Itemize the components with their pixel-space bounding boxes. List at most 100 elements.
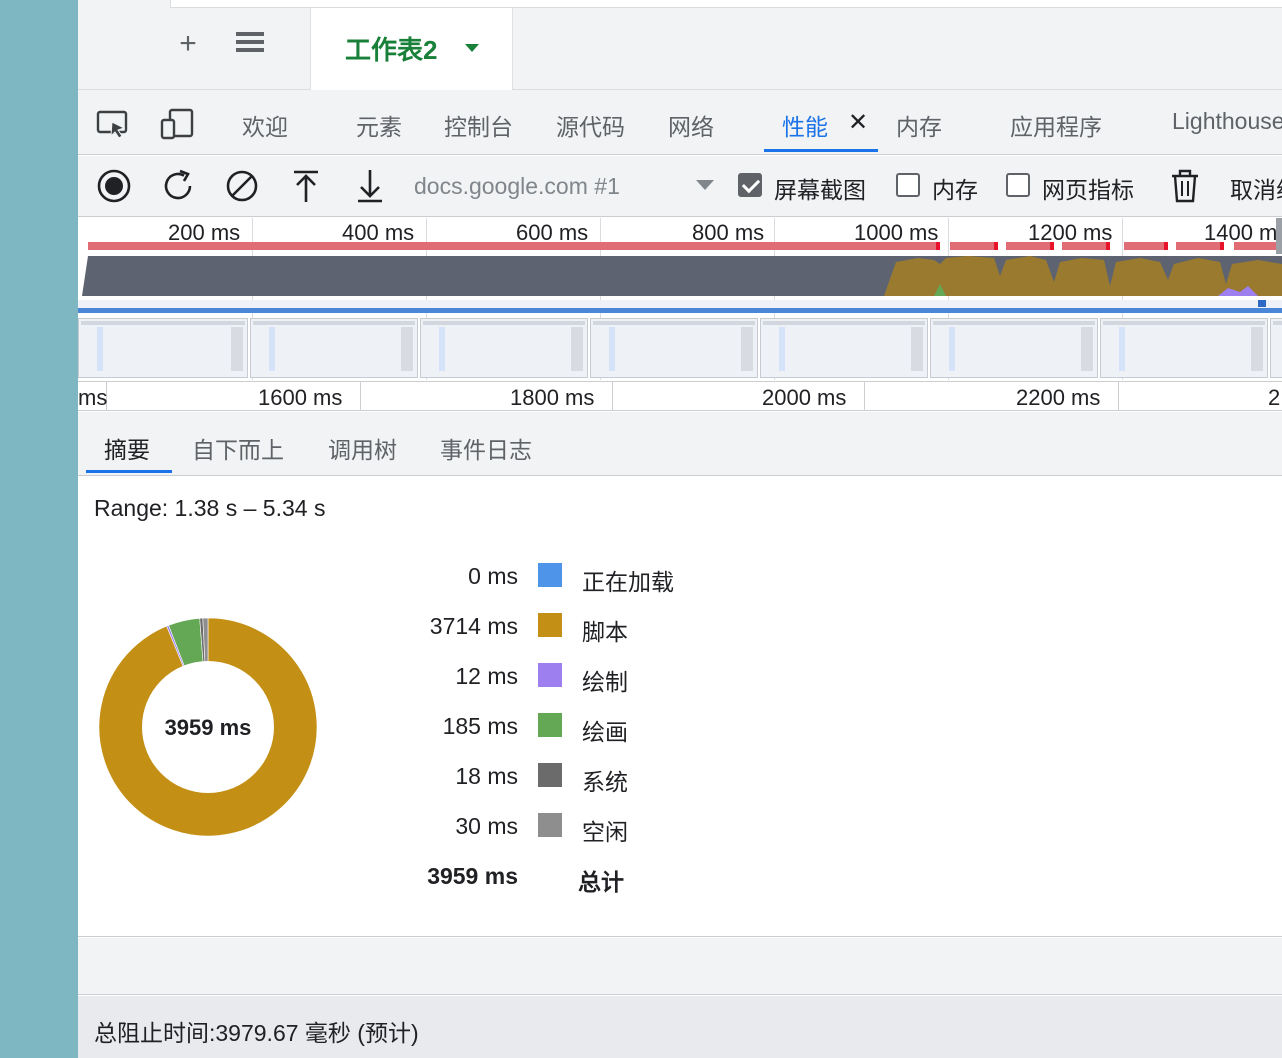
tab-lighthouse[interactable]: Lighthouse [1172, 108, 1282, 135]
summary-panel: Range: 1.38 s – 5.34 s 3959 ms 0 ms 正在加载… [78, 477, 1282, 937]
trash-icon[interactable] [1170, 168, 1200, 204]
clear-icon[interactable] [224, 168, 260, 204]
screenshot-thumbnail[interactable] [760, 318, 928, 378]
legend-value: 0 ms [468, 563, 518, 589]
total-label: 总计 [578, 869, 624, 895]
web-vitals-label: 网页指标 [1042, 177, 1134, 203]
screenshot-thumbnail[interactable] [590, 318, 758, 378]
screenshot-thumbnail[interactable] [250, 318, 418, 378]
total-value: 3959 ms [427, 863, 518, 889]
sheet-tab-label: 工作表2 [345, 35, 438, 65]
legend-value: 185 ms [442, 713, 518, 739]
long-task-marker [1050, 242, 1054, 250]
legend-value: 18 ms [455, 763, 518, 789]
sheet-tab-caret-icon[interactable] [465, 44, 479, 52]
web-vitals-checkbox[interactable] [1006, 173, 1030, 197]
grid-edge [170, 0, 1282, 8]
add-sheet-button[interactable]: + [174, 28, 202, 60]
long-task-bar [1062, 242, 1110, 250]
ruler-tick: 1800 ms [510, 385, 595, 410]
ruler-tick: 2200 ms [1016, 385, 1101, 410]
long-task-marker [1106, 242, 1110, 250]
long-task-bar [88, 242, 940, 250]
legend-swatch [538, 563, 562, 587]
screenshot-thumbnail[interactable] [420, 318, 588, 378]
chevron-down-icon[interactable] [696, 180, 714, 190]
long-task-bar [950, 242, 998, 250]
network-bar [78, 308, 1282, 313]
sheets-bar: + 工作表2 [78, 0, 1282, 90]
memory-checkbox[interactable] [896, 173, 920, 197]
tab-event-log[interactable]: 事件日志 [440, 431, 532, 465]
target-select[interactable]: docs.google.com #1 [414, 173, 620, 200]
long-task-bar [1124, 242, 1168, 250]
tab-console[interactable]: 控制台 [444, 108, 513, 142]
tab-elements[interactable]: 元素 [356, 108, 402, 142]
screenshot-thumbnail[interactable] [78, 318, 248, 378]
tab-performance[interactable]: 性能 [782, 108, 828, 142]
tab-sources[interactable]: 源代码 [556, 108, 625, 142]
close-tab-icon[interactable]: ✕ [848, 108, 868, 137]
tab-welcome[interactable]: 欢迎 [242, 108, 288, 142]
reload-record-icon[interactable] [160, 168, 196, 204]
screenshots-label: 屏幕截图 [774, 177, 866, 203]
ruler-tick: 2000 ms [762, 385, 847, 410]
performance-toolbar: docs.google.com #1 屏幕截图 内存 网页指标 取消组 [78, 156, 1282, 217]
cancel-button[interactable]: 取消组 [1230, 171, 1282, 205]
ruler-tick: 1600 ms [258, 385, 343, 410]
tab-application[interactable]: 应用程序 [1010, 108, 1102, 142]
legend-name: 空闲 [582, 819, 628, 845]
long-task-marker [994, 242, 998, 250]
all-sheets-menu-icon[interactable] [236, 32, 264, 58]
tab-memory[interactable]: 内存 [896, 108, 942, 142]
tab-bottom-up[interactable]: 自下而上 [192, 431, 284, 465]
donut-total-label: 3959 ms [165, 715, 252, 740]
screenshot-thumbnail[interactable] [1100, 318, 1268, 378]
empty-panel [78, 938, 1282, 995]
network-request-marker [1258, 300, 1266, 307]
legend-name: 正在加载 [582, 569, 674, 595]
legend-swatch [538, 813, 562, 837]
timeline-overview[interactable]: 200 ms 400 ms 600 ms 800 ms 1000 ms 1200… [78, 218, 1282, 380]
legend-value: 30 ms [455, 813, 518, 839]
screenshots-checkbox[interactable] [738, 173, 762, 197]
ruler-tick: ms [78, 385, 108, 410]
legend-name: 脚本 [582, 619, 628, 645]
record-icon[interactable] [96, 168, 132, 204]
screenshot-thumbnail[interactable] [930, 318, 1098, 378]
long-task-marker [1164, 242, 1168, 250]
upload-profile-icon[interactable] [288, 168, 324, 204]
long-task-marker [936, 242, 940, 250]
screenshot-thumbnail[interactable] [1270, 318, 1282, 378]
tab-summary[interactable]: 摘要 [104, 431, 150, 465]
active-tab-indicator [86, 470, 172, 473]
memory-label: 内存 [932, 177, 978, 203]
long-task-bar [1006, 242, 1054, 250]
devtools-tab-bar: 欢迎 元素 控制台 源代码 网络 性能 ✕ 内存 应用程序 Lighthouse [78, 90, 1282, 155]
app-root: + 工作表2 欢迎 元素 控制台 源代码 网络 性能 ✕ 内存 应用程序 Lig… [78, 0, 1282, 1058]
legend-swatch [538, 613, 562, 637]
legend-value: 12 ms [455, 663, 518, 689]
device-toolbar-icon[interactable] [160, 108, 194, 140]
timeline-ruler: ms 1600 ms 1800 ms 2000 ms 2200 ms 2 [78, 381, 1282, 411]
tab-network[interactable]: 网络 [668, 108, 714, 142]
legend-name: 绘制 [582, 669, 628, 695]
range-label: Range: 1.38 s – 5.34 s [94, 495, 326, 521]
long-task-bar [1176, 242, 1224, 250]
summary-donut-chart: 3959 ms [98, 617, 318, 837]
legend-swatch [538, 663, 562, 687]
legend-value: 3714 ms [429, 613, 518, 639]
long-task-bar [1234, 242, 1282, 250]
status-bar: 总阻止时间:3979.67 毫秒 (预计) [78, 996, 1282, 1058]
inspect-element-icon[interactable] [96, 108, 130, 140]
legend-name: 系统 [582, 769, 628, 795]
total-blocking-time: 总阻止时间:3979.67 毫秒 (预计) [94, 1020, 419, 1046]
tab-call-tree[interactable]: 调用树 [328, 431, 397, 465]
download-profile-icon[interactable] [352, 168, 388, 204]
ruler-tick: 2 [1268, 385, 1281, 410]
long-task-marker [1220, 242, 1224, 250]
overview-window-handle[interactable] [1276, 218, 1282, 254]
legend-swatch [538, 763, 562, 787]
details-tab-bar: 摘要 自下而上 调用树 事件日志 [78, 412, 1282, 476]
sheet-tab-active[interactable]: 工作表2 [310, 8, 513, 90]
